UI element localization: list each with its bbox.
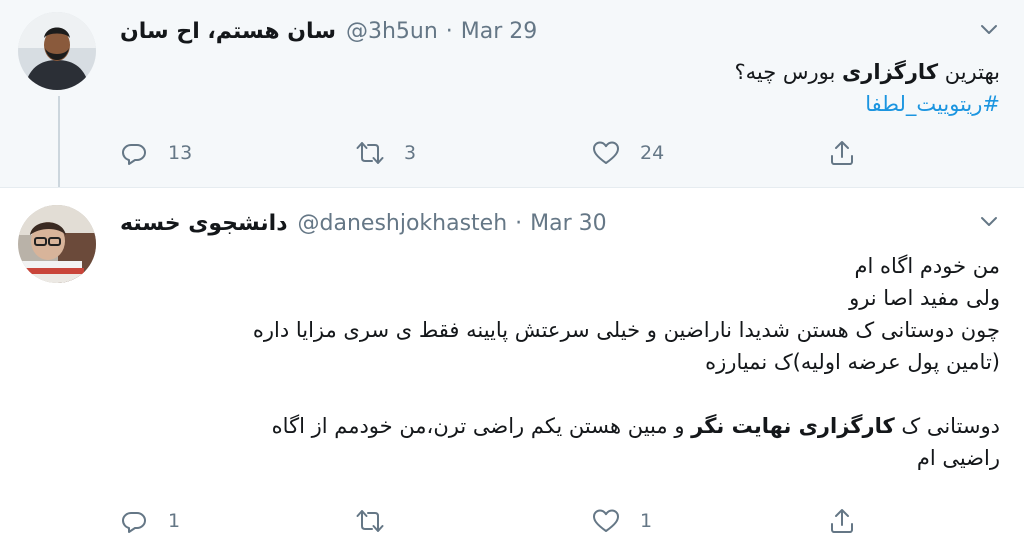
tweet-text-line: من خودم اگاه ام xyxy=(854,254,1000,278)
avatar[interactable] xyxy=(18,205,96,283)
bold-text-segment: کارگزاری نهایت نگر xyxy=(691,414,895,438)
like-count: 24 xyxy=(640,142,665,164)
text-segment: بهترین xyxy=(938,60,1000,84)
chevron-down-icon[interactable] xyxy=(978,210,1000,232)
tweet-text: بهترین کارگزاری بورس چیه؟ #ریتوییت_لطفا xyxy=(200,56,1000,120)
tweet-text-line: ولی مفید اصا نرو xyxy=(849,286,1000,310)
retweet-count: 3 xyxy=(404,142,417,164)
retweet-icon xyxy=(356,510,384,532)
author-name[interactable]: سان هستم، اح سان xyxy=(120,19,336,44)
like-button[interactable]: 24 xyxy=(592,138,664,168)
reply-count: 1 xyxy=(168,510,181,532)
tweet-text-line: دوستانی ک کارگزاری نهایت نگر و مبین هستن… xyxy=(170,410,1000,442)
tweet-text-line: بهترین کارگزاری بورس چیه؟ xyxy=(200,56,1000,88)
avatar[interactable] xyxy=(18,12,96,90)
reply-button[interactable]: 1 xyxy=(120,506,180,536)
retweet-button[interactable] xyxy=(356,506,384,536)
tweet-text-line: چون دوستانی ک هستن شدیدا ناراضین و خیلی … xyxy=(252,318,1000,342)
tweet-text-line: (تامین پول عرضه اولیه)ک نمیارزه xyxy=(705,350,1000,374)
separator-dot: · xyxy=(515,210,523,236)
tweet-header: دانشجوی خسته @daneshjokhasteh · Mar 30 xyxy=(120,208,607,238)
share-icon xyxy=(831,509,853,533)
like-count: 1 xyxy=(640,510,653,532)
text-segment: و مبین هستن یکم راضی ترن،من خودمم از اگا… xyxy=(271,414,692,438)
separator-dot: · xyxy=(445,18,453,44)
tweet-text: من خودم اگاه ام ولی مفید اصا نرو چون دوس… xyxy=(170,250,1000,474)
author-handle[interactable]: @3h5un xyxy=(346,19,438,44)
retweet-icon xyxy=(356,142,384,164)
retweet-button[interactable]: 3 xyxy=(356,138,416,168)
reply-icon xyxy=(122,144,146,165)
tweet-actions: 1 1 xyxy=(120,506,860,536)
reply-icon xyxy=(122,512,146,533)
like-button[interactable]: 1 xyxy=(592,506,652,536)
reply-button[interactable]: 13 xyxy=(120,138,192,168)
tweet-reply[interactable]: دانشجوی خسته @daneshjokhasteh · Mar 30 م… xyxy=(0,187,1024,543)
author-handle[interactable]: @daneshjokhasteh xyxy=(298,211,508,236)
share-icon xyxy=(831,141,853,165)
tweet-header: سان هستم، اح سان @3h5un · Mar 29 xyxy=(120,16,537,46)
tweet-text-line: راضیی ام xyxy=(916,446,1000,470)
tweet-original[interactable]: سان هستم، اح سان @3h5un · Mar 29 بهترین … xyxy=(0,0,1024,192)
share-button[interactable] xyxy=(828,506,856,536)
reply-count: 13 xyxy=(168,142,193,164)
tweet-date[interactable]: Mar 29 xyxy=(461,19,538,44)
share-button[interactable] xyxy=(828,138,856,168)
thread-connector xyxy=(58,96,60,192)
hashtag-link[interactable]: #ریتوییت_لطفا xyxy=(200,88,1000,120)
author-name[interactable]: دانشجوی خسته xyxy=(120,211,288,236)
heart-icon xyxy=(593,509,619,532)
tweet-date[interactable]: Mar 30 xyxy=(530,211,607,236)
text-segment: بورس چیه؟ xyxy=(734,60,843,84)
chevron-down-icon[interactable] xyxy=(978,18,1000,40)
heart-icon xyxy=(593,141,619,164)
bold-text-segment: کارگزاری xyxy=(842,60,939,84)
tweet-actions: 13 3 24 xyxy=(120,138,860,168)
text-segment: دوستانی ک xyxy=(894,414,1000,438)
